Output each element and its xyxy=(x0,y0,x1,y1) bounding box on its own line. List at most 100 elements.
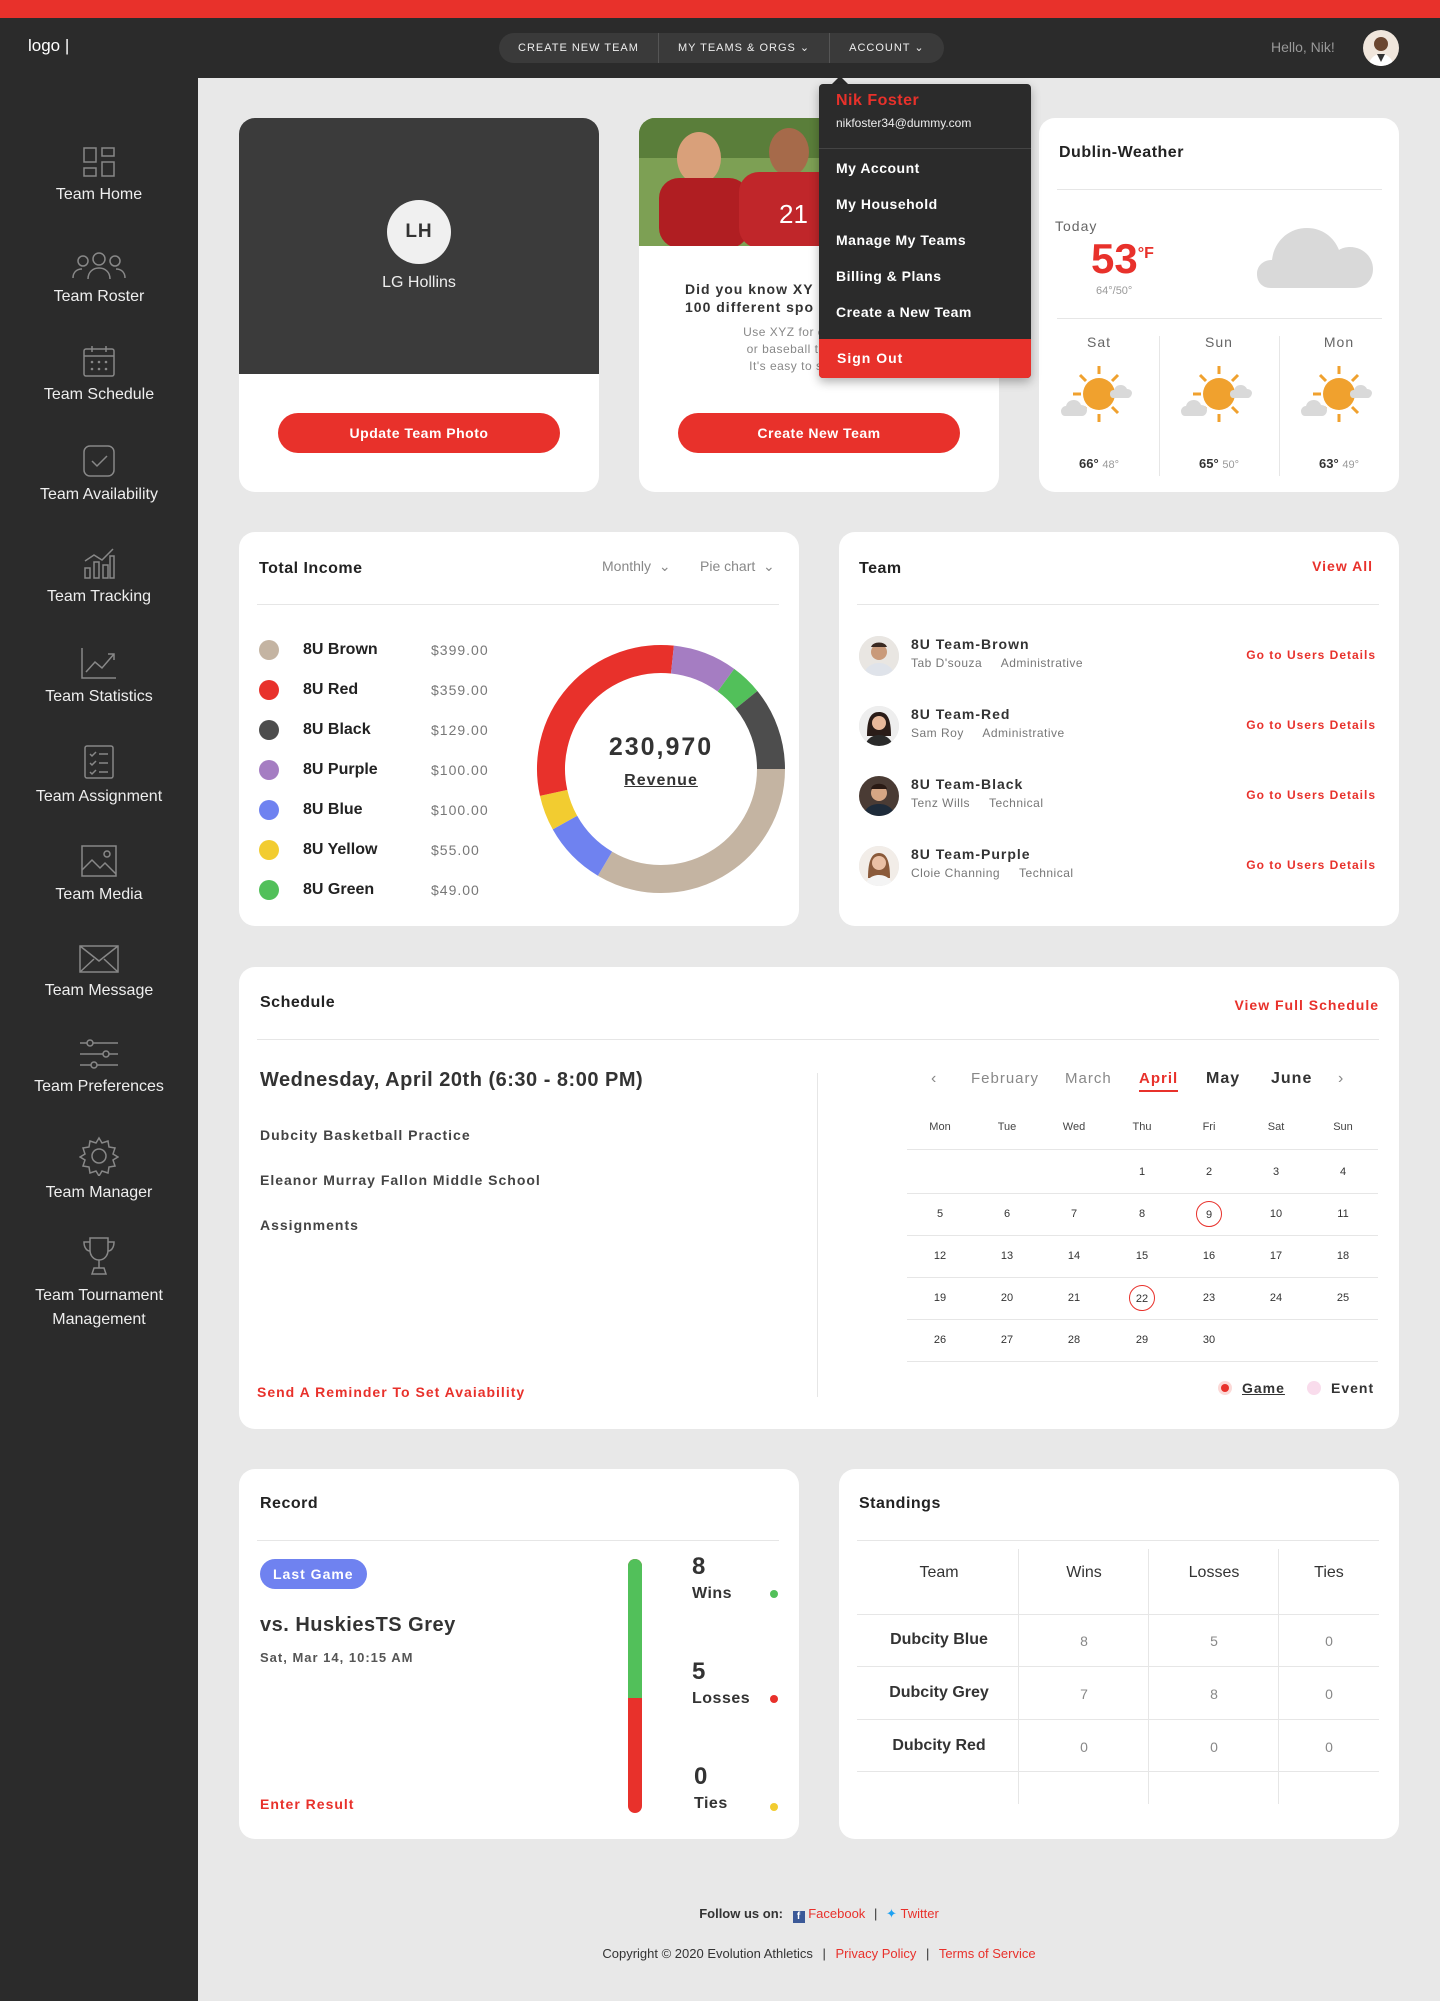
sidebar-item-team-assignment[interactable]: Team Assignment xyxy=(0,744,198,806)
sidebar-item-team-availability[interactable]: Team Availability xyxy=(0,444,198,504)
sidebar-item-label: Team Roster xyxy=(53,288,145,305)
go-to-user-details-link[interactable]: Go to Users Details xyxy=(1246,648,1376,662)
view-all-link[interactable]: View All xyxy=(1312,558,1373,574)
nav-my-teams[interactable]: MY TEAMS & ORGS ⌄ xyxy=(659,33,831,63)
view-full-schedule-link[interactable]: View Full Schedule xyxy=(1234,997,1379,1013)
calendar-day[interactable]: 1 xyxy=(1129,1159,1155,1185)
calendar-day[interactable]: 6 xyxy=(994,1201,1020,1227)
calendar-month-june[interactable]: June xyxy=(1271,1070,1312,1088)
menu-manage-teams[interactable]: Manage My Teams xyxy=(836,232,966,248)
calendar-day[interactable]: 9 xyxy=(1196,1201,1222,1227)
calendar-day[interactable]: 28 xyxy=(1061,1327,1087,1353)
sidebar-item-team-preferences[interactable]: Team Preferences xyxy=(0,1038,198,1096)
user-avatar[interactable] xyxy=(1363,30,1399,66)
calendar-day[interactable]: 14 xyxy=(1061,1243,1087,1269)
event-assignments[interactable]: Assignments xyxy=(260,1217,359,1233)
envelope-icon xyxy=(79,945,119,973)
legend-team-value: $100.00 xyxy=(431,762,489,778)
calendar-month-february[interactable]: February xyxy=(971,1070,1039,1087)
go-to-user-details-link[interactable]: Go to Users Details xyxy=(1246,788,1376,802)
sidebar-item-label: Team Availability xyxy=(40,486,158,503)
calendar-month-march[interactable]: March xyxy=(1065,1070,1112,1087)
sidebar-item-team-tracking[interactable]: Team Tracking xyxy=(0,546,198,606)
standings-header-losses: Losses xyxy=(1188,1564,1240,1581)
calendar-day[interactable]: 26 xyxy=(927,1327,953,1353)
calendar-day[interactable]: 7 xyxy=(1061,1201,1087,1227)
menu-billing-plans[interactable]: Billing & Plans xyxy=(836,268,942,284)
calendar-day[interactable]: 11 xyxy=(1330,1201,1356,1227)
income-donut-chart xyxy=(537,645,785,893)
calendar-day[interactable]: 19 xyxy=(927,1285,953,1311)
sign-out-button[interactable]: Sign Out xyxy=(819,339,1031,378)
gear-icon xyxy=(79,1136,119,1176)
donut-center xyxy=(567,675,755,863)
member-team-name: 8U Team-Brown xyxy=(911,636,1030,652)
nav-account[interactable]: ACCOUNT ⌄ xyxy=(830,33,943,63)
legend-team-name: 8U Red xyxy=(303,681,359,698)
calendar-day[interactable]: 3 xyxy=(1263,1159,1289,1185)
sidebar-item-team-tournament[interactable]: Team Tournament Management xyxy=(0,1236,198,1332)
member-info: Tab D'souza Administrative xyxy=(911,656,1083,670)
sidebar-item-team-manager[interactable]: Team Manager xyxy=(0,1136,198,1202)
legend-game[interactable]: Game xyxy=(1242,1380,1285,1396)
create-new-team-button[interactable]: Create New Team xyxy=(678,413,960,453)
standings-value: 0 xyxy=(1080,1739,1088,1755)
twitter-link[interactable]: Twitter xyxy=(900,1906,938,1921)
income-period-select[interactable]: Monthly ⌄ xyxy=(602,558,671,575)
sidebar-item-team-home[interactable]: Team Home xyxy=(0,146,198,204)
go-to-user-details-link[interactable]: Go to Users Details xyxy=(1246,718,1376,732)
enter-result-link[interactable]: Enter Result xyxy=(260,1796,354,1812)
sidebar-item-team-media[interactable]: Team Media xyxy=(0,844,198,904)
sidebar-item-team-message[interactable]: Team Message xyxy=(0,944,198,1000)
sidebar-item-team-schedule[interactable]: Team Schedule xyxy=(0,344,198,404)
twitter-icon: ✦ xyxy=(885,1906,897,1921)
calendar-day[interactable]: 17 xyxy=(1263,1243,1289,1269)
chart-type-select[interactable]: Pie chart ⌄ xyxy=(700,558,775,575)
calendar-day[interactable]: 27 xyxy=(994,1327,1020,1353)
terms-of-service-link[interactable]: Terms of Service xyxy=(939,1946,1036,1961)
privacy-policy-link[interactable]: Privacy Policy xyxy=(835,1946,916,1961)
calendar-day[interactable]: 13 xyxy=(994,1243,1020,1269)
menu-my-account[interactable]: My Account xyxy=(836,160,920,176)
calendar-day[interactable]: 24 xyxy=(1263,1285,1289,1311)
nav-create-team[interactable]: CREATE NEW TEAM xyxy=(499,33,659,63)
calendar-day[interactable]: 20 xyxy=(994,1285,1020,1311)
calendar-day[interactable]: 8 xyxy=(1129,1201,1155,1227)
calendar-next-button[interactable]: › xyxy=(1338,1070,1343,1088)
facebook-link[interactable]: Facebook xyxy=(808,1906,865,1921)
legend-event[interactable]: Event xyxy=(1331,1380,1374,1396)
logo[interactable]: logo | xyxy=(28,36,69,56)
calendar-day[interactable]: 15 xyxy=(1129,1243,1155,1269)
calendar-month-april[interactable]: April xyxy=(1139,1070,1179,1092)
calendar-day[interactable]: 12 xyxy=(927,1243,953,1269)
income-legend-row: 8U Brown $399.00 xyxy=(259,639,489,661)
menu-create-team[interactable]: Create a New Team xyxy=(836,304,972,320)
calendar-day[interactable]: 18 xyxy=(1330,1243,1356,1269)
calendar-day[interactable]: 23 xyxy=(1196,1285,1222,1311)
calendar-month-may[interactable]: May xyxy=(1206,1070,1240,1088)
calendar-day[interactable]: 2 xyxy=(1196,1159,1222,1185)
calendar-day[interactable]: 4 xyxy=(1330,1159,1356,1185)
ties-dot xyxy=(770,1803,778,1811)
calendar-day[interactable]: 29 xyxy=(1129,1327,1155,1353)
calendar-day[interactable]: 30 xyxy=(1196,1327,1222,1353)
legend-color-dot xyxy=(259,800,279,820)
send-reminder-link[interactable]: Send A Reminder To Set Avaiability xyxy=(257,1384,525,1400)
calendar-day[interactable]: 10 xyxy=(1263,1201,1289,1227)
income-period-value: Monthly xyxy=(602,558,652,574)
calendar-day[interactable]: 5 xyxy=(927,1201,953,1227)
sidebar-item-team-statistics[interactable]: Team Statistics xyxy=(0,646,198,706)
wins-dot xyxy=(770,1590,778,1598)
calendar-day[interactable]: 25 xyxy=(1330,1285,1356,1311)
menu-my-household[interactable]: My Household xyxy=(836,196,938,212)
calendar-prev-button[interactable]: ‹ xyxy=(931,1070,936,1088)
go-to-user-details-link[interactable]: Go to Users Details xyxy=(1246,858,1376,872)
sidebar-item-team-roster[interactable]: Team Roster xyxy=(0,250,198,306)
update-team-photo-button[interactable]: Update Team Photo xyxy=(278,413,560,453)
calendar-day[interactable]: 16 xyxy=(1196,1243,1222,1269)
standings-value: 0 xyxy=(1325,1686,1333,1702)
calendar-day[interactable]: 21 xyxy=(1061,1285,1087,1311)
calendar-day[interactable]: 22 xyxy=(1129,1285,1155,1311)
losses-count: 5 xyxy=(692,1658,706,1685)
separator: | xyxy=(926,1946,930,1961)
